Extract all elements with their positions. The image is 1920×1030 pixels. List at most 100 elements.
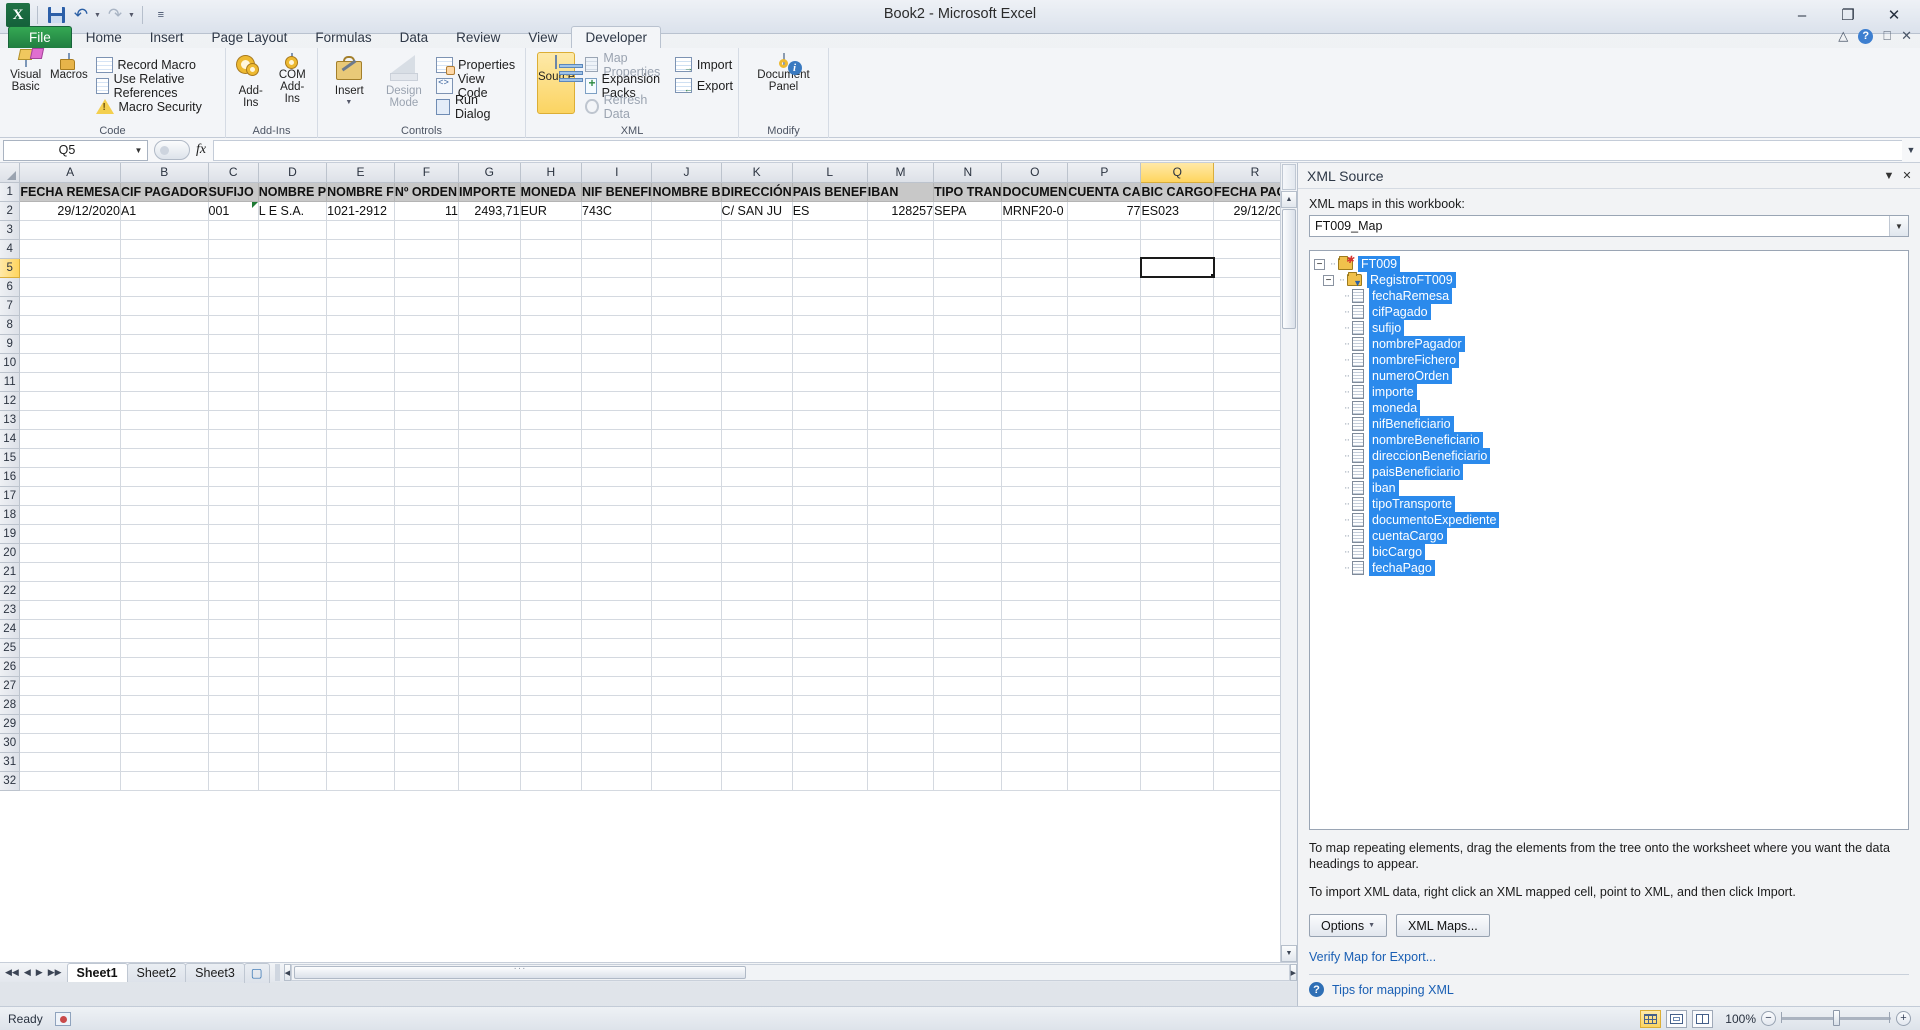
cell-D16[interactable] [258, 467, 328, 487]
cell-G1[interactable]: IMPORTE [458, 182, 521, 202]
cell-D21[interactable] [258, 562, 328, 582]
cell-D3[interactable] [258, 220, 328, 240]
tree-node-element[interactable]: ·· fechaPago [1314, 560, 1904, 576]
zoom-in-button[interactable]: + [1896, 1011, 1911, 1026]
task-pane-close-icon[interactable]: ✕ [1898, 169, 1916, 182]
cell-G15[interactable] [458, 448, 521, 468]
cell-N1[interactable]: TIPO TRAN [933, 182, 1003, 202]
zoom-slider[interactable] [1781, 1010, 1891, 1026]
column-header-e[interactable]: E [326, 163, 395, 183]
cell-E2[interactable]: 1021-2912 [326, 201, 395, 221]
cell-C6[interactable] [208, 277, 259, 297]
restore-window-icon[interactable]: ⎕ [1883, 28, 1891, 44]
xml-element-tree[interactable]: − ·· ✱ FT009 − ·· ▼ RegistroFT009 ·· fech… [1309, 250, 1909, 830]
cell-J11[interactable] [651, 372, 722, 392]
cell-B18[interactable] [120, 505, 209, 525]
cell-F8[interactable] [394, 315, 459, 335]
cell-M21[interactable] [867, 562, 935, 582]
cell-D14[interactable] [258, 429, 328, 449]
cell-E16[interactable] [326, 467, 395, 487]
cell-E10[interactable] [326, 353, 395, 373]
cell-J4[interactable] [651, 239, 722, 259]
column-header-g[interactable]: G [458, 163, 521, 183]
cell-H18[interactable] [520, 505, 583, 525]
cell-N4[interactable] [933, 239, 1003, 259]
cell-N32[interactable] [933, 771, 1003, 791]
cell-B19[interactable] [120, 524, 209, 544]
row-header-21[interactable]: 21 [0, 562, 21, 582]
cell-D25[interactable] [258, 638, 328, 658]
cell-J8[interactable] [651, 315, 722, 335]
tree-node-element[interactable]: ·· numeroOrden [1314, 368, 1904, 384]
cell-A15[interactable] [19, 448, 121, 468]
cell-A11[interactable] [19, 372, 121, 392]
cell-O31[interactable] [1001, 752, 1069, 772]
cell-E32[interactable] [326, 771, 395, 791]
vertical-split-handle[interactable] [1282, 164, 1296, 190]
cell-E6[interactable] [326, 277, 395, 297]
cell-M22[interactable] [867, 581, 935, 601]
cell-L12[interactable] [792, 391, 868, 411]
cell-B20[interactable] [120, 543, 209, 563]
cell-E29[interactable] [326, 714, 395, 734]
cell-I26[interactable] [581, 657, 653, 677]
cell-G24[interactable] [458, 619, 521, 639]
cell-G3[interactable] [458, 220, 521, 240]
cell-G32[interactable] [458, 771, 521, 791]
tree-node-element[interactable]: ·· iban [1314, 480, 1904, 496]
row-header-25[interactable]: 25 [0, 638, 21, 658]
cell-A14[interactable] [19, 429, 121, 449]
cell-K28[interactable] [721, 695, 793, 715]
cell-N21[interactable] [933, 562, 1003, 582]
column-header-l[interactable]: L [792, 163, 868, 183]
cell-O10[interactable] [1001, 353, 1069, 373]
cell-L32[interactable] [792, 771, 868, 791]
cell-G2[interactable]: 2493,71 [458, 201, 521, 221]
cell-K15[interactable] [721, 448, 793, 468]
cell-J2[interactable] [651, 201, 722, 221]
cell-F19[interactable] [394, 524, 459, 544]
cell-I22[interactable] [581, 581, 653, 601]
cell-O27[interactable] [1001, 676, 1069, 696]
cell-Q16[interactable] [1140, 467, 1214, 487]
cell-N24[interactable] [933, 619, 1003, 639]
cell-E18[interactable] [326, 505, 395, 525]
tree-node-element[interactable]: ·· paisBeneficiario [1314, 464, 1904, 480]
cell-N7[interactable] [933, 296, 1003, 316]
cell-Q1[interactable]: BIC CARGO [1140, 182, 1214, 202]
task-pane-menu-icon[interactable]: ▼ [1880, 170, 1898, 182]
cell-P14[interactable] [1067, 429, 1142, 449]
cell-I24[interactable] [581, 619, 653, 639]
cell-F7[interactable] [394, 296, 459, 316]
cell-Q20[interactable] [1140, 543, 1214, 563]
cell-K13[interactable] [721, 410, 793, 430]
cell-L14[interactable] [792, 429, 868, 449]
cell-H30[interactable] [520, 733, 583, 753]
cell-I5[interactable] [581, 258, 653, 278]
cell-H7[interactable] [520, 296, 583, 316]
cell-L17[interactable] [792, 486, 868, 506]
cell-A30[interactable] [19, 733, 121, 753]
cell-E9[interactable] [326, 334, 395, 354]
cell-A27[interactable] [19, 676, 121, 696]
cell-D24[interactable] [258, 619, 328, 639]
cell-G31[interactable] [458, 752, 521, 772]
cell-P24[interactable] [1067, 619, 1142, 639]
cell-C2[interactable]: 001 [208, 201, 259, 221]
cell-F9[interactable] [394, 334, 459, 354]
row-header-14[interactable]: 14 [0, 429, 21, 449]
cell-I2[interactable]: 743C [581, 201, 653, 221]
collapse-icon[interactable]: − [1323, 274, 1334, 286]
cell-A18[interactable] [19, 505, 121, 525]
cell-B16[interactable] [120, 467, 209, 487]
cell-J32[interactable] [651, 771, 722, 791]
cell-L25[interactable] [792, 638, 868, 658]
cell-E23[interactable] [326, 600, 395, 620]
cell-G29[interactable] [458, 714, 521, 734]
cell-Q9[interactable] [1140, 334, 1214, 354]
cell-O24[interactable] [1001, 619, 1069, 639]
cell-Q7[interactable] [1140, 296, 1214, 316]
cell-K14[interactable] [721, 429, 793, 449]
cell-E4[interactable] [326, 239, 395, 259]
cell-P21[interactable] [1067, 562, 1142, 582]
